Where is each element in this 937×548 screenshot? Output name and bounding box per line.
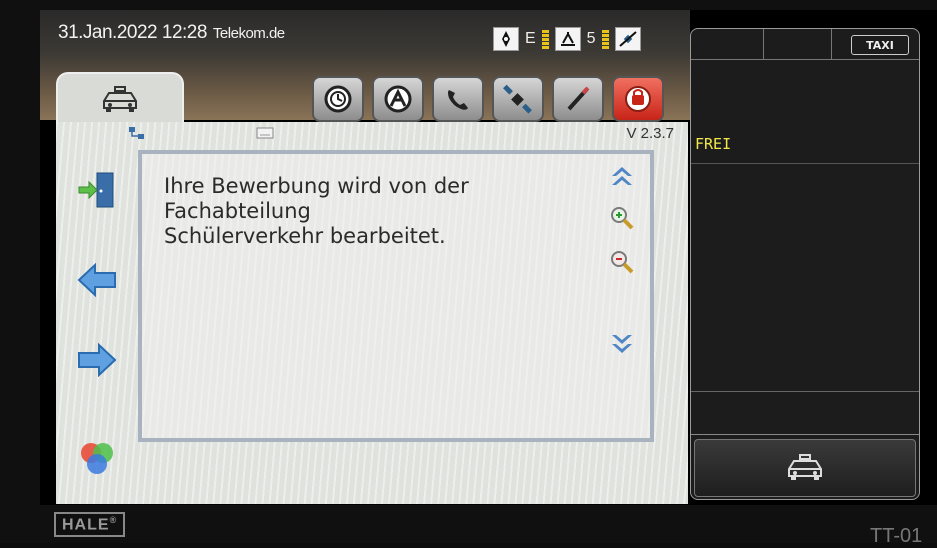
message-line: Schülerverkehr bearbeitet.	[164, 224, 446, 248]
status-icons: E 5	[493, 27, 641, 51]
message-envelope-icon	[256, 127, 274, 139]
divider	[691, 391, 919, 392]
brand-registered-mark: ®	[109, 515, 118, 525]
taximeter-button[interactable]	[372, 76, 424, 122]
clock-button[interactable]	[312, 76, 364, 122]
divider	[691, 163, 919, 164]
zoom-out-icon	[611, 251, 634, 274]
taxi-car-button[interactable]	[694, 439, 916, 497]
taxi-car-icon	[103, 86, 137, 112]
taxi-status-text: FREI	[695, 135, 732, 153]
arrow-right-icon	[78, 343, 117, 377]
phone-icon	[448, 90, 468, 110]
forward-arrow-button[interactable]	[76, 340, 118, 380]
header-divider	[763, 29, 764, 59]
compass-icon	[493, 27, 519, 51]
taximeter-icon	[384, 85, 412, 113]
antenna-icon	[554, 27, 581, 51]
pen-button[interactable]	[552, 76, 604, 122]
status-line: 31.Jan.2022 12:28 Telekom.de	[58, 22, 285, 44]
panel-header-icons	[128, 126, 274, 140]
brand-name: HALE	[62, 516, 110, 534]
top-bar: 31.Jan.2022 12:28 Telekom.de E 5	[40, 10, 690, 126]
network-type: E	[525, 30, 536, 47]
taxi-tab[interactable]	[56, 72, 184, 126]
header-divider	[831, 29, 832, 59]
signal-bars-icon	[541, 29, 549, 49]
satellite-bars-icon	[601, 29, 609, 49]
message-box: Ihre Bewerbung wird von der Fachabteilun…	[138, 150, 654, 442]
message-panel: V 2.3.7 Ihre Bewerbung wird von der Fach…	[56, 122, 688, 504]
exit-button[interactable]	[76, 170, 118, 210]
date-time: 31.Jan.2022 12:28	[58, 22, 207, 43]
pen-icon	[567, 86, 590, 111]
zoom-out-button[interactable]	[608, 248, 636, 276]
toolbar	[312, 76, 664, 122]
zoom-in-button[interactable]	[608, 204, 636, 232]
satellite-icon	[503, 84, 532, 114]
scroll-down-button[interactable]	[608, 330, 636, 358]
message-line: Fachabteilung	[164, 199, 311, 223]
back-arrow-button[interactable]	[76, 260, 118, 300]
alarm-icon	[625, 86, 651, 112]
device-model-label: TT-01	[870, 525, 923, 547]
phone-button[interactable]	[432, 76, 484, 122]
divider	[691, 434, 919, 435]
satellite-count: 5	[586, 30, 596, 47]
version-label: V 2.3.7	[626, 125, 674, 142]
screen: 31.Jan.2022 12:28 Telekom.de E 5 V 2.3.7…	[40, 10, 937, 505]
satellite-button[interactable]	[492, 76, 544, 122]
color-settings-button[interactable]	[76, 438, 118, 478]
taxi-sign-badge: TAXI	[851, 35, 909, 55]
color-circles-icon	[81, 443, 113, 474]
satellite-status-icon	[614, 27, 641, 51]
message-line: Ihre Bewerbung wird von der	[164, 174, 469, 198]
double-chevron-down-icon	[612, 335, 632, 353]
message-text: Ihre Bewerbung wird von der Fachabteilun…	[164, 174, 584, 249]
exit-door-icon	[78, 172, 114, 208]
taxi-car-icon	[788, 454, 822, 480]
arrow-left-icon	[77, 263, 116, 297]
network-connection-icon	[129, 127, 144, 139]
scroll-up-button[interactable]	[608, 162, 636, 190]
alarm-button[interactable]	[612, 76, 664, 122]
brand-logo: HALE®	[54, 512, 126, 538]
zoom-in-icon	[611, 207, 634, 230]
clock-icon	[324, 85, 352, 113]
network-provider: Telekom.de	[212, 25, 285, 42]
right-status-panel: TAXI FREI	[690, 28, 920, 500]
double-chevron-up-icon	[612, 167, 632, 185]
